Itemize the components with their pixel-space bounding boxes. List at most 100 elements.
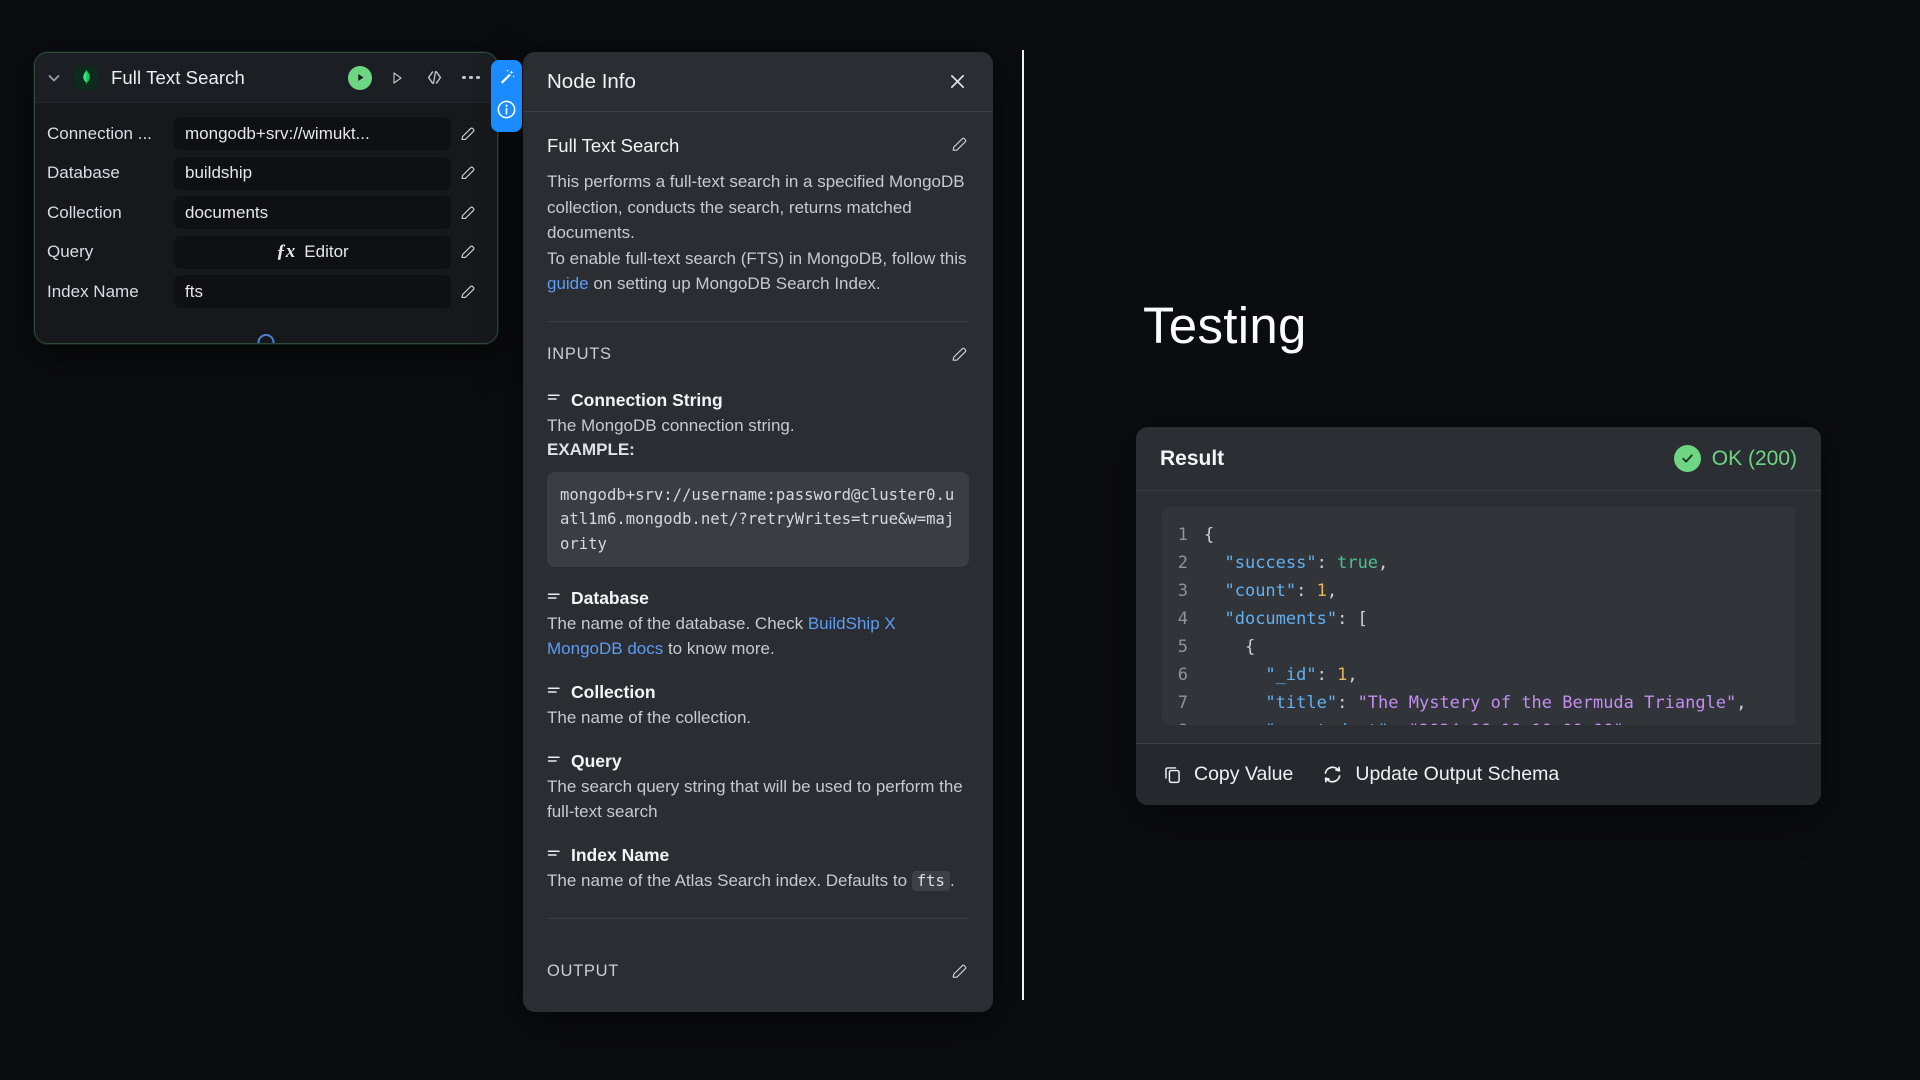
input-type-icon xyxy=(547,390,562,410)
input-name: Database xyxy=(571,588,649,608)
edit-pencil-icon[interactable] xyxy=(451,125,485,143)
node-output-port[interactable] xyxy=(257,333,275,343)
result-title: Result xyxy=(1160,446,1225,470)
line-source: "documents": [ xyxy=(1204,609,1368,629)
node-summary-section: Full Text Search This performs a full-te… xyxy=(547,112,969,297)
play-outline-icon[interactable] xyxy=(385,66,409,90)
node-side-tab[interactable] xyxy=(491,60,522,132)
input-item-connection-string: Connection String The MongoDB connection… xyxy=(547,389,969,567)
line-source: "_id": 1, xyxy=(1204,665,1358,685)
node-field-row: Index Name fts xyxy=(47,275,485,308)
close-icon[interactable] xyxy=(945,70,969,94)
input-description: The search query string that will be use… xyxy=(547,777,963,821)
edit-pencil-icon[interactable] xyxy=(451,204,485,222)
desc-post: to know more. xyxy=(663,639,775,658)
copy-icon xyxy=(1162,764,1183,785)
workflow-canvas: Full Text Search Connection ... mongodb+… xyxy=(0,0,1920,1080)
copy-value-button[interactable]: Copy Value xyxy=(1162,763,1293,786)
node-info-panel: Node Info Full Text Search This performs… xyxy=(523,52,993,1012)
input-description: The name of the database. Check BuildShi… xyxy=(547,611,969,661)
query-editor-button[interactable]: ƒx Editor xyxy=(174,235,451,269)
node-description-line-2-post: on setting up MongoDB Search Index. xyxy=(588,274,881,293)
code-brackets-icon[interactable] xyxy=(422,66,446,90)
desc-pre: The name of the database. Check xyxy=(547,614,808,633)
input-type-icon xyxy=(547,752,562,772)
collection-input[interactable]: documents xyxy=(174,196,451,229)
node-field-row: Collection documents xyxy=(47,196,485,229)
code-line: 6 "_id": 1, xyxy=(1162,661,1795,689)
node-header: Full Text Search xyxy=(35,53,497,103)
node-field-row: Query ƒx Editor xyxy=(47,235,485,269)
code-line: 1{ xyxy=(1162,521,1795,549)
input-name: Collection xyxy=(571,682,656,702)
json-viewer[interactable]: 1{2 "success": true, 3 "count": 1, 4 "docu… xyxy=(1162,507,1795,725)
line-source: "count": 1, xyxy=(1204,581,1338,601)
output-label: OUTPUT xyxy=(547,962,620,980)
example-label: EXAMPLE: xyxy=(547,439,635,459)
node-description-line-2-pre: To enable full-text search (FTS) in Mong… xyxy=(547,248,967,268)
line-number: 3 xyxy=(1177,581,1188,601)
edit-pencil-icon[interactable] xyxy=(950,962,969,986)
input-type-icon xyxy=(547,846,562,866)
panel-title: Node Info xyxy=(547,69,636,93)
index-name-input[interactable]: fts xyxy=(174,275,451,308)
copy-value-label: Copy Value xyxy=(1194,763,1294,785)
default-value-code: fts xyxy=(911,871,950,891)
node-field-row: Database buildship xyxy=(47,156,485,190)
line-number: 6 xyxy=(1177,665,1188,685)
input-type-icon xyxy=(547,683,562,703)
desc-post: . xyxy=(949,871,955,890)
node-description-line-1: This performs a full-text search in a sp… xyxy=(547,172,965,242)
code-line: 7 "title": "The Mystery of the Bermuda T… xyxy=(1162,689,1795,717)
node-fields: Connection ... mongodb+srv://wimukt... D… xyxy=(35,103,497,325)
input-description: The MongoDB connection string. xyxy=(547,415,795,435)
more-horizontal-icon[interactable] xyxy=(459,66,483,90)
result-footer: Copy Value Update Output Schema xyxy=(1136,743,1821,805)
update-output-schema-label: Update Output Schema xyxy=(1355,763,1560,785)
input-item-collection: Collection The name of the collection. xyxy=(547,682,969,730)
result-code-wrapper: 1{2 "success": true, 3 "count": 1, 4 "docu… xyxy=(1136,491,1821,743)
connection-string-input[interactable]: mongodb+srv://wimukt... xyxy=(174,117,451,150)
inputs-section: INPUTS Connection String The MongoDB con… xyxy=(547,322,969,919)
node-name-heading: Full Text Search xyxy=(547,135,680,156)
edit-pencil-icon[interactable] xyxy=(950,345,969,369)
code-line: 8 "created_at": "2024-06-19 10:00:00", xyxy=(1162,717,1795,725)
update-output-schema-button[interactable]: Update Output Schema xyxy=(1321,763,1559,786)
edit-pencil-icon[interactable] xyxy=(950,135,969,159)
status-badge: OK (200) xyxy=(1673,445,1797,472)
panel-divider xyxy=(1022,50,1024,1000)
function-fx-icon: ƒx xyxy=(276,241,296,262)
check-circle-icon xyxy=(1673,445,1701,472)
magic-wand-icon[interactable] xyxy=(497,67,516,91)
chevron-down-icon[interactable] xyxy=(47,71,61,85)
edit-pencil-icon[interactable] xyxy=(451,164,485,182)
status-text: OK (200) xyxy=(1711,446,1797,470)
input-item-query: Query The search query string that will … xyxy=(547,751,969,824)
result-card: Result OK (200) 1{2 "success": true, 3 "c… xyxy=(1136,427,1821,805)
query-editor-label: Editor xyxy=(304,242,349,261)
input-description: The name of the collection. xyxy=(547,708,752,727)
code-line: 2 "success": true, xyxy=(1162,549,1795,577)
line-source: { xyxy=(1204,637,1256,657)
input-item-index-name: Index Name The name of the Atlas Search … xyxy=(547,845,969,894)
node-footer xyxy=(35,324,497,343)
play-circle-icon[interactable] xyxy=(348,65,372,90)
output-section: OUTPUT xyxy=(523,940,993,1012)
edit-pencil-icon[interactable] xyxy=(451,243,485,261)
guide-link[interactable]: guide xyxy=(547,274,589,293)
info-circle-icon[interactable] xyxy=(496,99,517,125)
field-label: Connection ... xyxy=(47,123,152,143)
refresh-icon xyxy=(1321,763,1344,786)
edit-pencil-icon[interactable] xyxy=(451,283,485,301)
node-card-full-text-search[interactable]: Full Text Search Connection ... mongodb+… xyxy=(34,52,498,344)
line-number: 7 xyxy=(1177,693,1188,713)
input-name: Connection String xyxy=(571,389,723,410)
field-label: Query xyxy=(47,242,94,261)
mongodb-leaf-icon xyxy=(74,65,98,90)
node-info-content[interactable]: Full Text Search This performs a full-te… xyxy=(523,112,993,940)
result-header: Result OK (200) xyxy=(1136,427,1821,491)
line-number: 1 xyxy=(1177,525,1188,545)
line-source: "success": true, xyxy=(1204,553,1389,573)
example-code-block: mongodb+srv://username:password@cluster0… xyxy=(547,471,969,567)
database-input[interactable]: buildship xyxy=(174,156,451,190)
